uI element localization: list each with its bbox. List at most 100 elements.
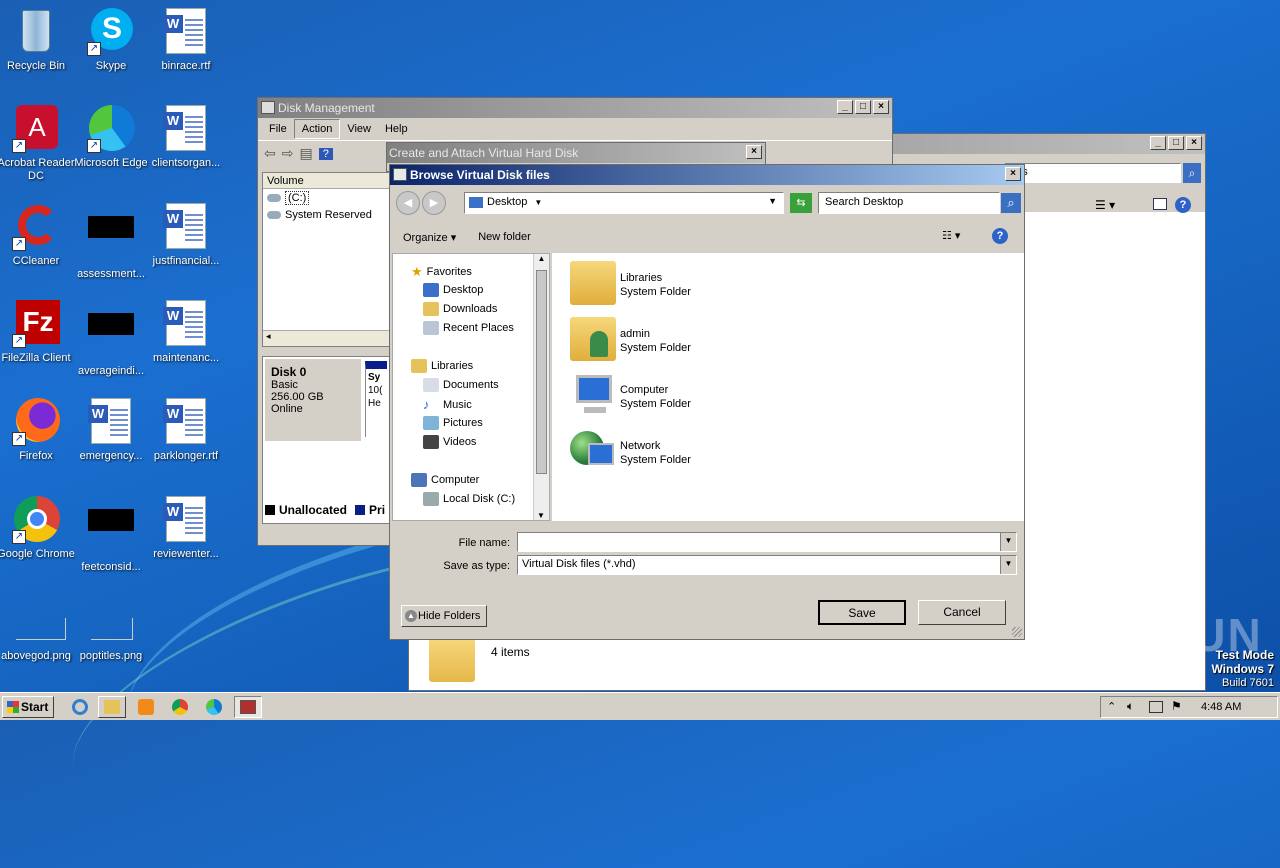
search-icon[interactable]: ⌕ (1183, 163, 1201, 183)
forward-arrow-icon[interactable]: ⇨ (282, 145, 294, 162)
volume-row[interactable]: System Reserved (263, 207, 389, 223)
user-folder-icon (570, 317, 616, 361)
partition-system-reserved[interactable]: Sy 10( He (365, 361, 387, 437)
local-disk-icon (423, 492, 439, 506)
desktop-icon-feetconsid[interactable]: feetconsid... (72, 496, 150, 574)
taskbar-ie[interactable] (66, 696, 94, 718)
new-folder-button[interactable]: New folder (478, 231, 531, 243)
taskbar-chrome[interactable] (166, 696, 194, 718)
file-list: Libraries System Folder admin System Folde… (552, 253, 1024, 521)
desktop-icon-parklonger[interactable]: W parklonger.rtf (147, 398, 225, 463)
search-icon[interactable]: ⌕ (1001, 193, 1021, 213)
desktop-icon-chrome[interactable]: ↗ Google Chrome (0, 496, 75, 561)
minimize-button[interactable]: _ (837, 100, 853, 114)
disk-0-info[interactable]: Disk 0 Basic 256.00 GB Online (265, 359, 361, 441)
desktop-icon-edge[interactable]: ↗ Microsoft Edge (72, 105, 150, 170)
volume-row[interactable]: (C:) (263, 189, 389, 207)
nav-recent-places[interactable]: Recent Places (423, 321, 514, 335)
desktop-icon-maintenanc[interactable]: W maintenanc... (147, 300, 225, 365)
view-options-icon[interactable]: ☰ ▾ (1095, 198, 1115, 212)
nav-buttons: ◀ ▶ (396, 191, 448, 217)
close-button[interactable]: × (1186, 136, 1202, 150)
nav-local-disk[interactable]: Local Disk (C:) (423, 492, 515, 506)
explorer-search-input[interactable]: ries (1005, 163, 1181, 183)
view-icon[interactable]: ☷ ▾ (942, 229, 960, 242)
scrollbar-thumb[interactable] (536, 270, 547, 474)
nav-computer[interactable]: Computer (411, 473, 479, 487)
taskbar-media-player[interactable] (132, 696, 160, 718)
close-button[interactable]: × (1005, 167, 1021, 181)
taskbar-explorer[interactable] (98, 696, 126, 718)
music-icon: ♪ (423, 397, 430, 412)
action-center-flag-icon[interactable]: ⚑ (1171, 699, 1182, 713)
console-tree-icon[interactable]: ▤ (299, 145, 312, 162)
address-bar[interactable]: Desktop ▼ ▼ (464, 192, 784, 214)
menu-view[interactable]: View (340, 120, 378, 138)
taskbar-edge[interactable] (200, 696, 228, 718)
desktop-icon-binrace[interactable]: W binrace.rtf (147, 8, 225, 73)
desktop-icon-averageindi[interactable]: averageindi... (72, 300, 150, 378)
forward-button[interactable]: ▶ (422, 191, 446, 215)
back-arrow-icon[interactable]: ⇦ (264, 145, 276, 162)
nav-documents[interactable]: Documents (423, 378, 499, 392)
desktop-icon-emergency[interactable]: W emergency... (72, 398, 150, 463)
address-dropdown-icon[interactable]: ▼ (768, 196, 777, 206)
maximize-button[interactable]: □ (1168, 136, 1184, 150)
preview-pane-icon[interactable] (1153, 198, 1167, 210)
close-button[interactable]: × (873, 100, 889, 114)
file-name-input[interactable]: ▼ (517, 532, 1017, 552)
refresh-icon[interactable]: ⇆ (790, 193, 812, 213)
menu-help[interactable]: Help (378, 120, 415, 138)
desktop-icon-clientsorgan[interactable]: W clientsorgan... (147, 105, 225, 170)
organize-button[interactable]: Organize ▾ (403, 231, 456, 244)
help-icon[interactable]: ? (318, 147, 333, 160)
start-button[interactable]: Start (2, 696, 54, 718)
nav-libraries[interactable]: Libraries (411, 359, 473, 373)
help-icon[interactable]: ? (1175, 197, 1191, 213)
png-icon (87, 598, 135, 646)
maximize-button[interactable]: □ (855, 100, 871, 114)
desktop-icon-skype[interactable]: S ↗ Skype (72, 8, 150, 73)
word-doc-icon: W (87, 398, 135, 446)
close-button[interactable]: × (746, 145, 762, 159)
chevron-down-icon[interactable]: ▼ (1000, 556, 1016, 574)
downloads-icon (423, 302, 439, 316)
minimize-button[interactable]: _ (1150, 136, 1166, 150)
resize-grip[interactable] (1012, 627, 1022, 637)
nav-pictures[interactable]: Pictures (423, 416, 483, 430)
save-as-type-select[interactable]: Virtual Disk files (*.vhd) ▼ (517, 555, 1017, 575)
taskbar-disk-management[interactable] (234, 696, 262, 718)
desktop-icon-recycle-bin[interactable]: Recycle Bin (0, 8, 75, 73)
volume-icon[interactable]: 🔈︎ (1127, 699, 1134, 714)
desktop-icon-acrobat[interactable]: A ↗ Acrobat Reader DC (0, 105, 75, 183)
nav-downloads[interactable]: Downloads (423, 302, 497, 316)
desktop-icon-firefox[interactable]: ↗ Firefox (0, 398, 75, 463)
nav-scrollbar[interactable]: ▲ ▼ (533, 254, 549, 520)
menu-action[interactable]: Action (293, 119, 341, 139)
search-desktop-input[interactable]: Search Desktop (818, 192, 1000, 214)
desktop-icon-justfinancial[interactable]: W justfinancial... (147, 203, 225, 268)
nav-desktop[interactable]: Desktop (423, 283, 483, 297)
network-icon[interactable] (1149, 701, 1163, 713)
hide-folders-button[interactable]: ▲ Hide Folders (401, 605, 487, 627)
nav-favorites[interactable]: ★ Favorites (411, 264, 472, 280)
horizontal-scrollbar[interactable]: ◂ (263, 330, 389, 346)
nav-music[interactable]: ♪ Music (423, 397, 472, 412)
chevron-down-icon[interactable]: ▼ (1000, 533, 1016, 551)
save-button[interactable]: Save (818, 600, 906, 625)
desktop-icon-assessment[interactable]: assessment... (72, 203, 150, 281)
help-icon[interactable]: ? (992, 228, 1008, 244)
volume-column-header[interactable]: Volume (263, 173, 389, 189)
desktop-icon-ccleaner[interactable]: ↗ CCleaner (0, 203, 75, 268)
desktop-icon-reviewenter[interactable]: W reviewenter... (147, 496, 225, 561)
cancel-button[interactable]: Cancel (918, 600, 1006, 625)
desktop-icon (423, 283, 439, 297)
show-hidden-icons[interactable]: ⌃ (1107, 700, 1116, 713)
desktop-icon-poptitles[interactable]: poptitles.png (72, 598, 150, 663)
desktop-icon-abovegod[interactable]: abovegod.png (0, 598, 75, 663)
clock[interactable]: 4:48 AM (1201, 701, 1241, 713)
desktop-icon-filezilla[interactable]: Fz ↗ FileZilla Client (0, 300, 75, 365)
back-button[interactable]: ◀ (396, 191, 420, 215)
menu-file[interactable]: File (262, 120, 294, 138)
nav-videos[interactable]: Videos (423, 435, 476, 449)
